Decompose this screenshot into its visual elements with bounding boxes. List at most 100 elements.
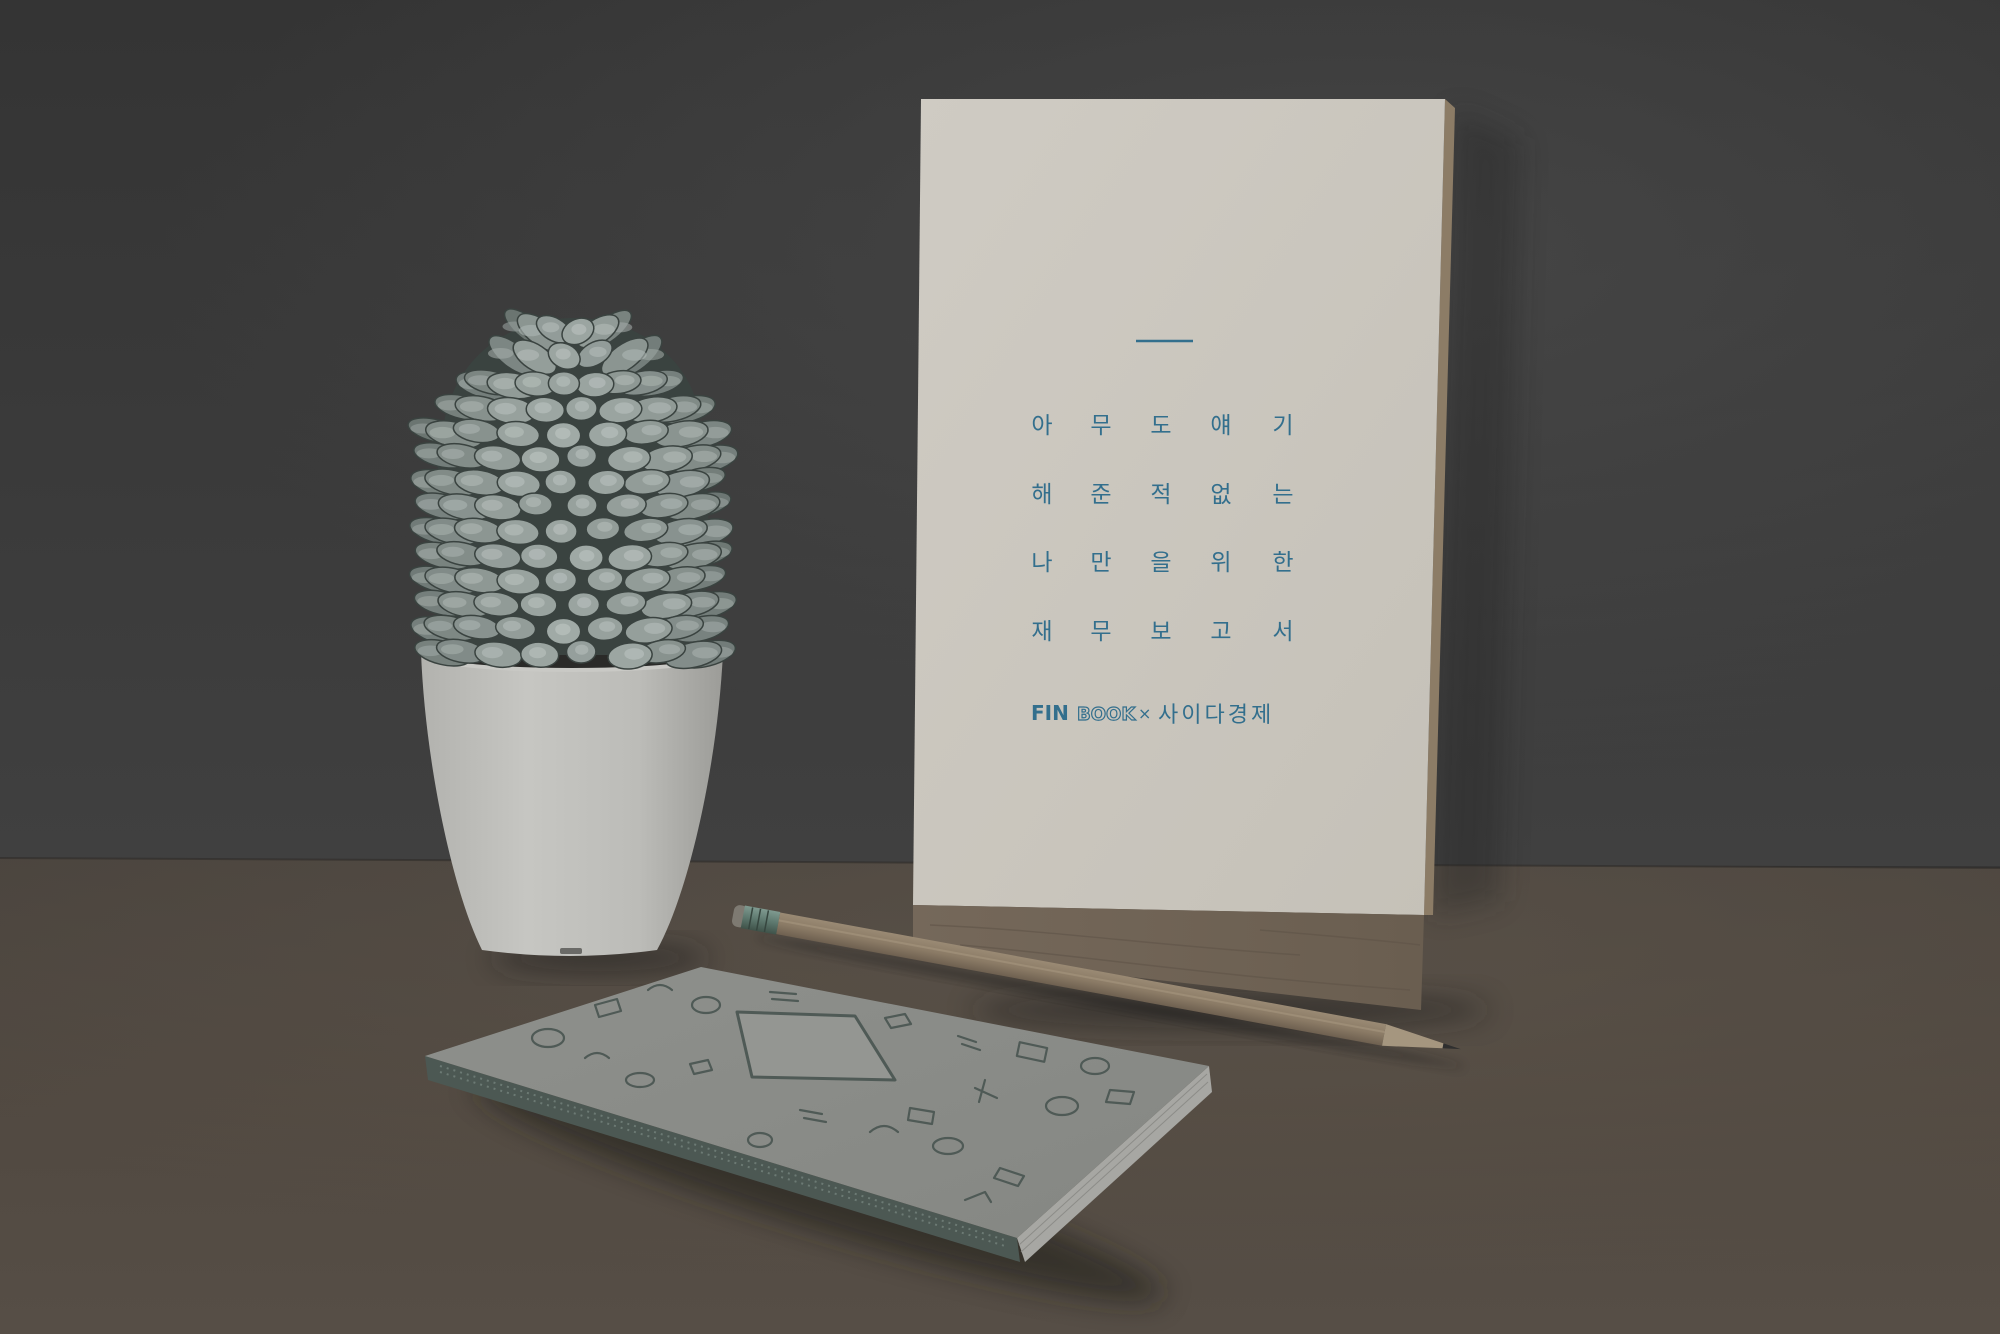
cactus-leaf-tip [441, 448, 465, 459]
logo-fin: FIN [1031, 701, 1069, 725]
cactus-leaf-tip [620, 596, 639, 607]
cactus-leaf-tip [493, 377, 517, 390]
title-char: 준 [1090, 482, 1111, 508]
title-char: 아 [1031, 413, 1052, 439]
cactus-leaf-tip [528, 548, 546, 560]
cactus-leaf-tip [481, 450, 503, 462]
title-char: 해 [1031, 482, 1052, 508]
pot-base-notch [560, 948, 582, 954]
cactus-leaf-tip [459, 620, 481, 631]
title-char: 위 [1210, 550, 1231, 576]
cactus-leaf-tip [692, 647, 718, 659]
title-char: 무 [1090, 619, 1111, 645]
cactus-leaf-tip [641, 425, 662, 436]
cactus-leaf-tip [678, 524, 703, 536]
title-char: 도 [1150, 413, 1171, 439]
cactus-leaf-tip [660, 547, 683, 558]
potted-cactus [407, 308, 739, 956]
cactus-leaf-tip [690, 596, 716, 608]
cactus-leaf-tip [428, 524, 455, 535]
cactus-leaf-tip [660, 498, 683, 510]
cactus-leaf-tip [599, 621, 616, 632]
cactus-leaf-tip [460, 572, 483, 584]
cactus-leaf-tip [624, 648, 645, 660]
cactus-leaf-tip [488, 348, 514, 359]
cactus-leaf-tip [623, 451, 643, 463]
title-char: 재 [1031, 619, 1052, 645]
cactus-leaf-tip [502, 620, 521, 632]
cactus-leaf-tip [575, 644, 589, 655]
cactus-leaf-tip [441, 644, 464, 655]
cactus-leaf-tip [429, 426, 456, 439]
cactus-leaf-tip [575, 449, 589, 460]
cactus-leaf-tip [494, 402, 517, 415]
cactus-leaf-tip [614, 402, 634, 414]
cactus-leaf-tip [675, 620, 699, 631]
logo-partner: 사이다경제 [1158, 703, 1274, 728]
logo-book: BOOK [1077, 704, 1136, 725]
title-char: 보 [1150, 619, 1171, 645]
cactus-leaf-tip [504, 426, 524, 438]
cactus-leaf-tip [460, 475, 484, 486]
cactus-leaf-tip [644, 622, 666, 634]
cactus-leaf-tip [428, 474, 454, 486]
cactus-leaf-tip [615, 375, 635, 386]
cactus-leaf-tip [525, 497, 542, 508]
cactus-leaf-tip [481, 647, 503, 659]
cactus-leaf-tip [553, 572, 568, 584]
cactus-leaf-tip [529, 647, 547, 659]
cactus-leaf-tip [480, 596, 501, 608]
title-char: 기 [1272, 413, 1293, 439]
cactus-leaf-tip [529, 451, 547, 463]
cactus-leaf-tip [593, 323, 615, 335]
cactus-leaf-tip [427, 620, 453, 632]
cactus-leaf-tip [599, 572, 615, 583]
cactus-leaf-tip [690, 499, 717, 511]
cactus-leaf-tip [600, 475, 617, 486]
title-char: 나 [1031, 550, 1052, 576]
cactus-leaf-tip [555, 623, 571, 636]
cactus-leaf-tip [441, 546, 465, 557]
cactus-leaf-tip [458, 423, 480, 434]
title-char: 을 [1150, 550, 1171, 576]
cactus-leaf-tip [504, 573, 525, 586]
cactus-leaf-tip [443, 499, 468, 511]
cactus-leaf-tip [676, 572, 701, 583]
cactus-leaf-tip [642, 474, 663, 486]
cactus-leaf-tip [579, 550, 595, 562]
cactus-leaf-tip [552, 474, 568, 486]
title-char: 무 [1090, 413, 1111, 439]
title-char: 없 [1210, 482, 1231, 508]
cactus-leaf-tip [691, 450, 718, 462]
cactus-leaf-tip [588, 377, 606, 389]
cactus-leaf-tip [679, 476, 705, 488]
book-cover [913, 99, 1445, 915]
title-char: 고 [1210, 619, 1231, 645]
cactus-leaf-tip [555, 348, 571, 360]
book: 아 무 도 얘 기 해 준 적 없 는 나 만 을 위 한 재 무 보 고 서 … [913, 99, 1455, 1010]
title-char: 만 [1090, 550, 1111, 576]
photo-scene: 아 무 도 얘 기 해 준 적 없 는 나 만 을 위 한 재 무 보 고 서 … [0, 0, 2000, 1334]
cactus-leaf-tip [623, 549, 644, 562]
cactus-leaf-tip [534, 402, 552, 414]
cactus-leaf-tip [459, 401, 484, 412]
cactus-leaf-tip [622, 349, 647, 361]
cactus-leaf-tip [517, 349, 540, 361]
cactus-leaf-tip [504, 524, 524, 536]
cactus-leaf-tip [542, 322, 560, 333]
cactus-leaf-tip [481, 499, 503, 511]
cactus-leaf-tip [678, 426, 704, 438]
cactus-leaf-tip [460, 523, 483, 535]
cactus-leaf-tip [641, 522, 662, 534]
cactus-leaf-tip [556, 376, 571, 387]
title-char: 적 [1150, 482, 1171, 508]
cactus-leaf-tip [553, 523, 568, 535]
title-char: 한 [1272, 550, 1293, 576]
title-char: 는 [1272, 482, 1293, 508]
cactus-leaf-tip [662, 598, 686, 610]
cactus-leaf-tip [481, 548, 503, 560]
cactus-leaf-tip [528, 597, 545, 609]
title-char: 서 [1272, 619, 1293, 645]
cactus-leaf-tip [555, 427, 571, 440]
cactus-leaf-tip [522, 376, 542, 388]
